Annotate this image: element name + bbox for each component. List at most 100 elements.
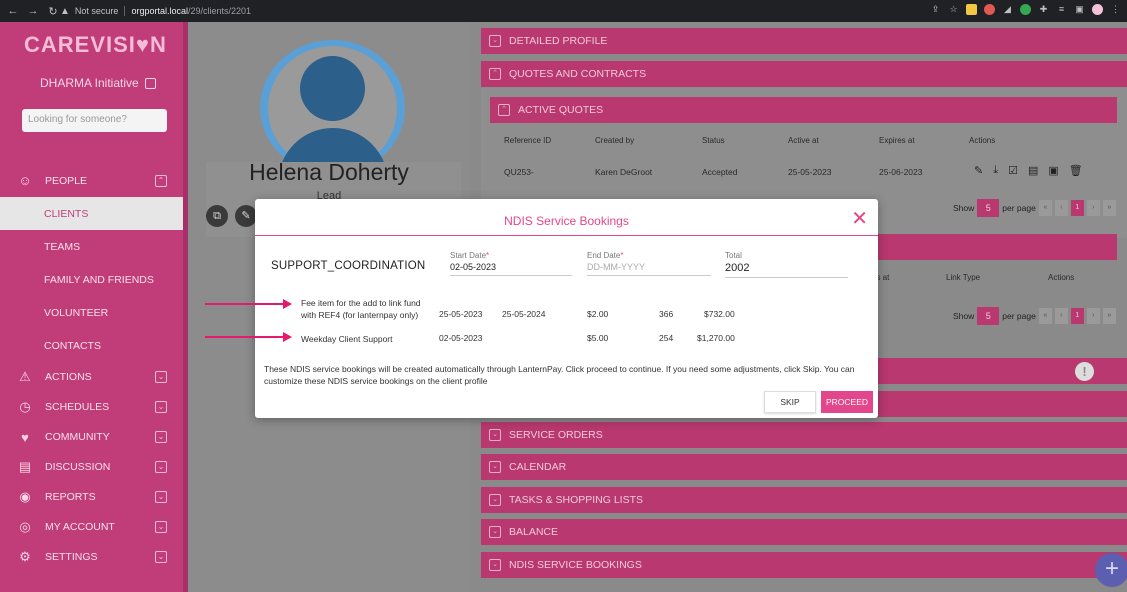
menu-icon[interactable]: ⋮: [1110, 4, 1121, 15]
reload-icon[interactable]: ↻: [46, 4, 60, 18]
extension-bar: ⇪ ☆ ◢ ✚ ≡ ▣ ⋮: [930, 4, 1121, 15]
sidebar-item-label: TEAMS: [44, 240, 81, 253]
sidebar-item-people[interactable]: ☺ PEOPLE ⌃: [0, 164, 183, 197]
sidebar-item-family-and-friends[interactable]: FAMILY AND FRIENDS: [0, 263, 183, 296]
sidebar-item-settings[interactable]: ⚙ SETTINGS ⌄: [0, 542, 183, 572]
last-page-button[interactable]: »: [1102, 308, 1116, 324]
chevron-down-icon: ⌄: [489, 559, 501, 571]
gear-icon: ⚙: [19, 549, 31, 564]
extension-icon[interactable]: ◢: [1002, 4, 1013, 15]
app-logo[interactable]: CAREVISI♥N: [24, 32, 167, 58]
prev-page-button[interactable]: ‹: [1054, 308, 1068, 324]
quote-reference[interactable]: QU253-: [504, 167, 534, 177]
panel-detailed-profile[interactable]: ⌄ DETAILED PROFILE: [481, 28, 1127, 54]
next-page-button[interactable]: ›: [1086, 200, 1100, 216]
trash-icon[interactable]: 🗑: [1069, 164, 1083, 177]
extension-icon[interactable]: [966, 4, 977, 15]
back-icon[interactable]: ←: [6, 4, 20, 18]
sidebar-item-volunteer[interactable]: VOLUNTEER: [0, 296, 183, 329]
start-date-input[interactable]: 02-05-2023: [450, 262, 572, 276]
share-icon[interactable]: ⇪: [930, 4, 941, 15]
reading-list-icon[interactable]: ≡: [1056, 4, 1067, 15]
chevron-down-icon: ⌄: [155, 431, 167, 443]
browser-toolbar: ← → ↻ ▲ Not secure orgportal.local /29/c…: [0, 0, 1127, 22]
add-button[interactable]: +: [1095, 553, 1127, 587]
booking-end: 25-05-2024: [502, 309, 546, 319]
column-header: Actions: [969, 136, 996, 145]
profile-icon[interactable]: [1092, 4, 1103, 15]
booking-row: Fee item for the add to link fund with R…: [301, 297, 801, 333]
next-page-button[interactable]: ›: [1086, 308, 1100, 324]
sidepanel-icon[interactable]: ▣: [1074, 4, 1085, 15]
prev-page-button[interactable]: ‹: [1054, 200, 1068, 216]
checklist-icon[interactable]: ☑: [1008, 164, 1018, 177]
sidebar-item-discussion[interactable]: ▤ DISCUSSION ⌄: [0, 452, 183, 482]
chevron-down-icon: ⌄: [155, 521, 167, 533]
document-icon[interactable]: ▤: [1028, 164, 1038, 177]
chevron-up-icon: ⌃: [155, 174, 167, 187]
column-header: Created by: [595, 136, 635, 145]
sidebar-item-my-account[interactable]: ◎ MY ACCOUNT ⌄: [0, 512, 183, 542]
org-selector[interactable]: DHARMA Initiative: [40, 76, 156, 90]
panel-calendar[interactable]: ⌄ CALENDAR: [481, 454, 1127, 480]
sidebar-item-label: CONTACTS: [44, 339, 101, 352]
booking-start: 25-05-2023: [439, 309, 483, 319]
chevron-down-icon: ⌄: [155, 371, 167, 383]
booking-amount: $732.00: [704, 309, 735, 319]
chevron-down-icon: ⌄: [155, 401, 167, 413]
extension-icon[interactable]: [984, 4, 995, 15]
per-page-select[interactable]: 5: [977, 199, 1000, 217]
forward-icon[interactable]: →: [26, 4, 40, 18]
panel-balance[interactable]: ⌄ BALANCE: [481, 519, 1127, 545]
pagination: Show 5 per page « ‹ 1 › »: [953, 199, 1116, 217]
end-date-field[interactable]: End Date* DD-MM-YYYY: [587, 251, 711, 276]
duplicate-button[interactable]: ⧉: [206, 205, 228, 227]
skip-button[interactable]: SKIP: [764, 391, 816, 413]
chat-icon: ▤: [18, 459, 32, 474]
sidebar-item-actions[interactable]: ⚠ ACTIONS ⌄: [0, 362, 183, 392]
sidebar-item-clients[interactable]: CLIENTS: [0, 197, 183, 230]
first-page-button[interactable]: «: [1038, 200, 1052, 216]
column-header: Expires at: [879, 136, 915, 145]
chevron-down-icon: ⌄: [155, 551, 167, 563]
per-page-select[interactable]: 5: [977, 307, 1000, 325]
panel-service-orders[interactable]: ⌄ SERVICE ORDERS: [481, 422, 1127, 448]
client-name: Helena Doherty: [249, 159, 409, 185]
panel-quotes-and-contracts[interactable]: ⌃ QUOTES AND CONTRACTS: [481, 61, 1127, 87]
edit-icon[interactable]: ✎: [974, 164, 983, 177]
extension-icon[interactable]: [1020, 4, 1031, 15]
sidebar-item-contacts[interactable]: CONTACTS: [0, 329, 183, 362]
first-page-button[interactable]: «: [1038, 308, 1052, 324]
address-bar[interactable]: ▲ Not secure orgportal.local /29/clients…: [60, 3, 920, 19]
end-date-input[interactable]: DD-MM-YYYY: [587, 262, 711, 276]
archive-icon[interactable]: ▣: [1048, 164, 1058, 177]
field-label: Start Date: [450, 251, 487, 260]
chevron-down-icon: ⌄: [155, 461, 167, 473]
panel-active-quotes[interactable]: ⌃ ACTIVE QUOTES: [490, 97, 1117, 123]
sidebar-item-community[interactable]: ♥ COMMUNITY ⌄: [0, 422, 183, 452]
column-header: Active at: [788, 136, 819, 145]
sidebar-item-reports[interactable]: ◉ REPORTS ⌄: [0, 482, 183, 512]
download-icon[interactable]: ⤓: [993, 164, 998, 177]
panel-ndis-service-bookings[interactable]: ⌄ NDIS SERVICE BOOKINGS: [481, 552, 1127, 578]
search-input[interactable]: Looking for someone?: [22, 109, 167, 132]
annotation-arrow: [205, 332, 292, 342]
panel-tasks[interactable]: ⌄ TASKS & SHOPPING LISTS: [481, 487, 1127, 513]
main-menu: ☺ PEOPLE ⌃ CLIENTS TEAMS FAMILY AND FRIE…: [0, 164, 183, 572]
page-button[interactable]: 1: [1070, 200, 1084, 216]
puzzle-icon[interactable]: ✚: [1038, 4, 1049, 15]
ndis-bookings-modal: NDIS Service Bookings ✕ SUPPORT_COORDINA…: [255, 199, 878, 418]
page-button[interactable]: 1: [1070, 308, 1084, 324]
sidebar-item-teams[interactable]: TEAMS: [0, 230, 183, 263]
start-date-field[interactable]: Start Date* 02-05-2023: [450, 251, 572, 276]
booking-start: 02-05-2023: [439, 333, 483, 343]
column-header: Status: [702, 136, 725, 145]
sidebar-item-schedules[interactable]: ◷ SCHEDULES ⌄: [0, 392, 183, 422]
proceed-button[interactable]: PROCEED: [821, 391, 873, 413]
star-icon[interactable]: ☆: [948, 4, 959, 15]
edit-button[interactable]: ✎: [235, 205, 257, 227]
alert-icon[interactable]: !: [1075, 362, 1094, 381]
chevron-down-icon: ⌄: [489, 526, 501, 538]
close-icon[interactable]: ✕: [851, 209, 868, 229]
last-page-button[interactable]: »: [1102, 200, 1116, 216]
